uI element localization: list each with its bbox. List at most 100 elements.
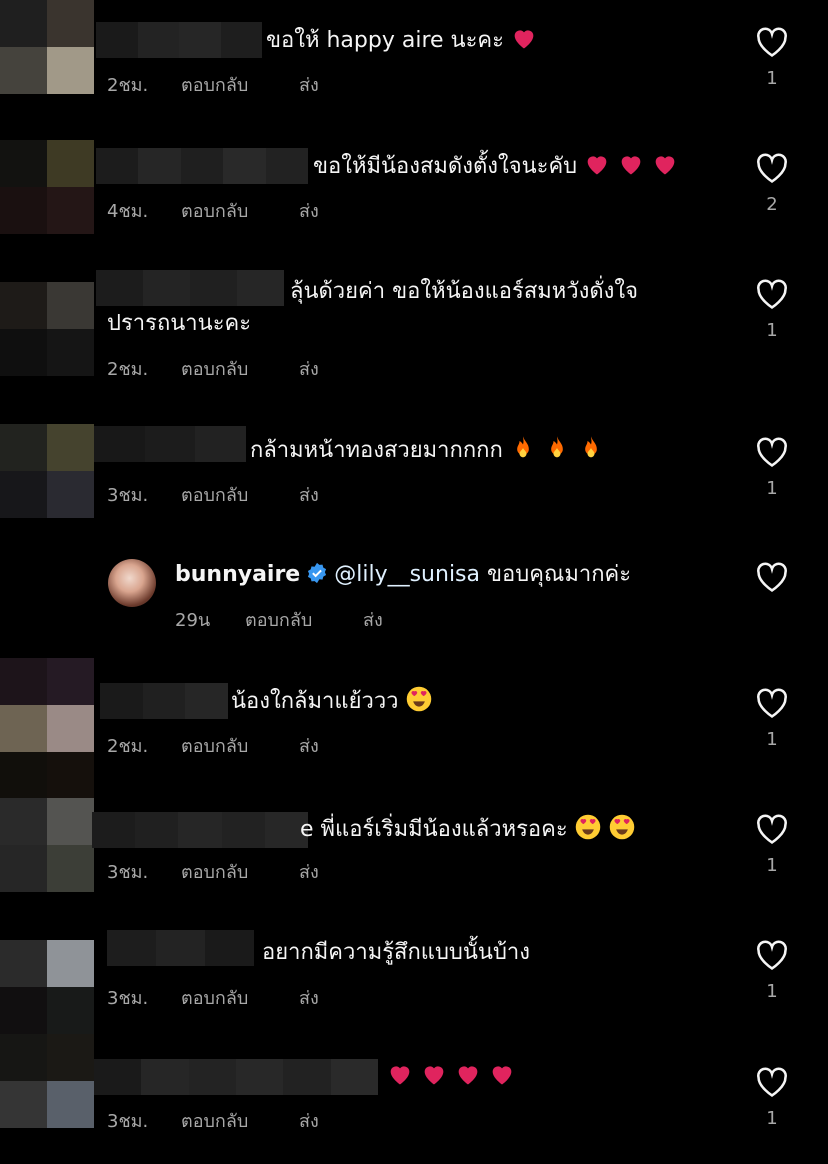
send-button[interactable]: ส่ง	[299, 196, 319, 225]
like-control: 1	[754, 278, 790, 341]
like-count: 1	[766, 320, 778, 341]
avatar-pixelated[interactable]	[0, 798, 94, 892]
send-button[interactable]: ส่ง	[299, 983, 319, 1012]
comment-item: ลุ้นด้วยค่า ขอให้น้องแอร์สมหวังดั่งใจ ปร…	[0, 270, 828, 420]
comment-text: น้องใกล้มาแย้ววว	[231, 685, 433, 718]
comment-text	[380, 1060, 516, 1093]
reply-button[interactable]: ตอบกลับ	[181, 354, 299, 383]
like-count: 1	[766, 478, 778, 499]
like-control: 1	[754, 1066, 790, 1129]
reply-button[interactable]: ตอบกลับ	[181, 983, 299, 1012]
like-count: 1	[766, 981, 778, 1002]
username-blurred[interactable]	[92, 812, 309, 848]
heart-emoji-icon	[454, 1060, 482, 1088]
avatar-pixelated[interactable]	[0, 282, 94, 376]
comment-item: น้องใกล้มาแย้ววว 2ชม. ตอบกลับ ส่ง 1	[0, 655, 828, 799]
username[interactable]: bunnyaire	[175, 562, 300, 587]
comment-time: 2ชม.	[107, 736, 149, 757]
reply-button[interactable]: ตอบกลับ	[181, 196, 299, 225]
verified-badge-icon	[306, 562, 328, 584]
comment-meta: 3ชม. ตอบกลับ ส่ง	[107, 857, 319, 886]
fire-emoji-icon	[509, 434, 537, 462]
username-blurred[interactable]	[96, 22, 262, 58]
comment-time: 4ชม.	[107, 201, 149, 222]
avatar-pixelated[interactable]	[0, 940, 94, 1034]
avatar-pixelated[interactable]	[0, 1034, 94, 1128]
heart-outline-icon[interactable]	[755, 152, 789, 184]
comment-meta: 2ชม. ตอบกลับ ส่ง	[107, 731, 319, 760]
reply-item: bunnyaire @lily__sunisa ขอบคุณมากค่ะ 29น …	[0, 545, 828, 655]
send-button[interactable]: ส่ง	[363, 605, 383, 634]
heart-outline-icon[interactable]	[755, 436, 789, 468]
send-button[interactable]: ส่ง	[299, 480, 319, 509]
like-control: 1	[754, 436, 790, 499]
heart-outline-icon[interactable]	[755, 561, 789, 593]
comment-time: 3ชม.	[107, 485, 149, 506]
comment-meta: 3ชม. ตอบกลับ ส่ง	[107, 480, 319, 509]
comment-item: e พี่แอร์เริ่มมีน้องแล้วหรอคะ 3ชม. ตอบกล…	[0, 795, 828, 925]
heart-emoji-icon	[617, 150, 645, 178]
username-blurred[interactable]	[94, 426, 247, 462]
comment-text: ขอให้ happy aire นะคะ	[266, 24, 538, 57]
comment-meta: 29น ตอบกลับ ส่ง	[175, 605, 383, 634]
reply-button[interactable]: ตอบกลับ	[181, 731, 299, 760]
comment-time: 2ชม.	[107, 75, 149, 96]
mention-link[interactable]: @lily__sunisa	[334, 562, 480, 587]
send-button[interactable]: ส่ง	[299, 731, 319, 760]
reply-button[interactable]: ตอบกลับ	[181, 480, 299, 509]
comment-meta: 3ชม. ตอบกลับ ส่ง	[107, 1106, 319, 1135]
send-button[interactable]: ส่ง	[299, 70, 319, 99]
send-button[interactable]: ส่ง	[299, 1106, 319, 1135]
comment-text: bunnyaire @lily__sunisa ขอบคุณมากค่ะ	[175, 562, 632, 587]
heart-eyes-emoji-icon	[405, 685, 433, 713]
comment-meta: 2ชม. ตอบกลับ ส่ง	[107, 70, 319, 99]
like-control: 1	[754, 939, 790, 1002]
avatar-pixelated[interactable]	[0, 140, 94, 234]
comment-text: กล้ามหน้าทองสวยมากกกก	[250, 434, 605, 467]
like-count: 1	[766, 68, 778, 89]
username-blurred[interactable]	[94, 1059, 378, 1095]
reply-button[interactable]: ตอบกลับ	[181, 1106, 299, 1135]
comment-time: 3ชม.	[107, 988, 149, 1009]
heart-outline-icon[interactable]	[755, 278, 789, 310]
avatar-pixelated[interactable]	[0, 424, 94, 518]
comment-time: 2ชม.	[107, 359, 149, 380]
heart-emoji-icon	[583, 150, 611, 178]
heart-emoji-icon	[386, 1060, 414, 1088]
like-control: 1	[754, 813, 790, 876]
username-blurred[interactable]	[96, 148, 309, 184]
comment-item: ขอให้มีน้องสมดังตั้งใจนะคับ 4ชม. ตอบกลับ…	[0, 140, 828, 270]
reply-button[interactable]: ตอบกลับ	[181, 70, 299, 99]
fire-emoji-icon	[577, 434, 605, 462]
reply-button[interactable]: ตอบกลับ	[245, 605, 363, 634]
send-button[interactable]: ส่ง	[299, 354, 319, 383]
comment-item: กล้ามหน้าทองสวยมากกกก 3ชม. ตอบกลับ ส่ง 1	[0, 420, 828, 545]
avatar[interactable]	[108, 559, 156, 607]
heart-emoji-icon	[651, 150, 679, 178]
comment-time: 3ชม.	[107, 1111, 149, 1132]
like-control: 1	[754, 26, 790, 89]
like-control: 2	[754, 152, 790, 215]
send-button[interactable]: ส่ง	[299, 857, 319, 886]
comment-text: e พี่แอร์เริ่มมีน้องแล้วหรอคะ	[300, 813, 636, 846]
comment-meta: 3ชม. ตอบกลับ ส่ง	[107, 983, 319, 1012]
comment-text: ขอให้มีน้องสมดังตั้งใจนะคับ	[313, 150, 679, 183]
like-count: 1	[766, 729, 778, 750]
reply-button[interactable]: ตอบกลับ	[181, 857, 299, 886]
heart-outline-icon[interactable]	[755, 687, 789, 719]
heart-outline-icon[interactable]	[755, 26, 789, 58]
heart-outline-icon[interactable]	[755, 813, 789, 845]
comment-item: 3ชม. ตอบกลับ ส่ง 1	[0, 1032, 828, 1164]
like-count: 1	[766, 855, 778, 876]
like-count: 2	[766, 194, 778, 215]
avatar-pixelated[interactable]	[0, 658, 94, 799]
comment-meta: 2ชม. ตอบกลับ ส่ง	[107, 354, 319, 383]
username-blurred[interactable]	[107, 930, 254, 966]
avatar-pixelated[interactable]	[0, 0, 94, 94]
username-blurred[interactable]	[100, 683, 229, 719]
username-blurred[interactable]	[96, 270, 284, 306]
heart-outline-icon[interactable]	[755, 1066, 789, 1098]
like-control: 1	[754, 687, 790, 750]
heart-outline-icon[interactable]	[755, 939, 789, 971]
like-count: 1	[766, 1108, 778, 1129]
